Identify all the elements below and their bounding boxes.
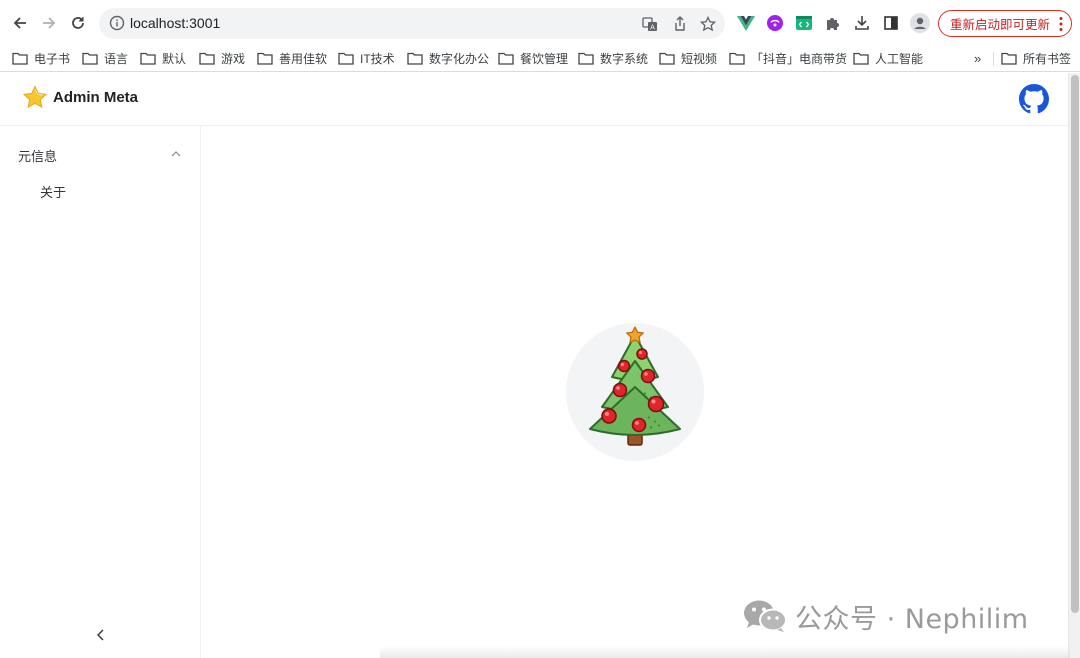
folder-icon <box>729 52 745 65</box>
code-extension-icon[interactable] <box>794 13 814 33</box>
github-icon[interactable] <box>1019 84 1049 114</box>
christmas-tree-icon <box>589 326 681 446</box>
folder-icon <box>257 52 273 65</box>
bookmark-folder[interactable]: 人工智能 <box>853 48 923 68</box>
bookmark-label: 餐饮管理 <box>520 51 569 66</box>
folder-icon <box>853 52 869 65</box>
folder-icon <box>12 52 28 65</box>
sidebar-item-label: 关于 <box>40 185 67 200</box>
puzzle-extensions-icon[interactable] <box>823 13 843 33</box>
reload-icon <box>72 16 84 29</box>
share-icon[interactable] <box>671 15 689 33</box>
side-panel-icon[interactable] <box>881 13 901 33</box>
bookmark-label: 语言 <box>104 51 129 66</box>
restart-update-button[interactable]: 重新启动即可更新 <box>938 10 1072 37</box>
bookmark-label: 人工智能 <box>875 51 924 66</box>
forward-button[interactable] <box>38 12 60 34</box>
bookmark-label: 游戏 <box>221 51 246 66</box>
bookmark-label: 默认 <box>162 51 187 66</box>
bookmark-folder[interactable]: 游戏 <box>199 48 245 68</box>
folder-icon <box>199 52 215 65</box>
bookmark-label: IT技术 <box>360 51 395 66</box>
folder-icon <box>659 52 675 65</box>
arrow-left-icon <box>13 17 26 29</box>
bookmark-label: 数字系统 <box>600 51 649 66</box>
scrollbar-thumb[interactable] <box>1071 75 1079 613</box>
all-bookmarks-button[interactable]: 所有书签 <box>1001 48 1071 68</box>
translate-icon[interactable]: A <box>641 15 659 33</box>
profile-avatar-icon[interactable] <box>910 13 930 33</box>
reload-button[interactable] <box>67 12 89 34</box>
bookmark-folder[interactable]: 语言 <box>82 48 128 68</box>
bookmark-folder[interactable]: 数字系统 <box>578 48 648 68</box>
bottom-shadow <box>380 646 1070 658</box>
star-bookmark-icon[interactable] <box>699 15 717 33</box>
all-bookmarks-label: 所有书签 <box>1023 51 1072 66</box>
bookmark-label: 善用佳软 <box>279 51 328 66</box>
download-icon[interactable] <box>852 13 872 33</box>
bookmark-folder[interactable]: 默认 <box>140 48 186 68</box>
bookmarks-bar: 电子书 语言 默认 游戏 善用佳软 IT技术 数字化办公 餐饮管理 数字系统 短… <box>0 44 1080 72</box>
star-logo-icon <box>22 85 48 109</box>
sidebar-item-about[interactable]: 关于 <box>0 174 200 212</box>
wechat-icon <box>744 600 787 632</box>
sidebar-group-meta[interactable]: 元信息 <box>0 134 200 172</box>
bookmark-label: 数字化办公 <box>429 51 490 66</box>
bookmark-folder[interactable]: 电子书 <box>12 48 70 68</box>
bookmark-folder[interactable]: IT技术 <box>338 48 395 68</box>
bookmark-folder[interactable]: 短视频 <box>659 48 717 68</box>
bookmark-label: 「抖音」电商带货 <box>751 51 848 66</box>
bookmark-label: 电子书 <box>34 51 71 66</box>
url-text: localhost:3001 <box>130 15 221 31</box>
svg-text:A: A <box>650 24 655 32</box>
sidebar: 元信息 关于 <box>0 126 201 658</box>
chevron-left-icon <box>97 629 104 641</box>
info-icon[interactable] <box>109 15 125 31</box>
folder-icon <box>338 52 354 65</box>
back-button[interactable] <box>9 12 31 34</box>
folder-icon <box>407 52 423 65</box>
address-bar[interactable]: localhost:3001 A <box>99 8 725 39</box>
app-title: Admin Meta <box>53 89 139 106</box>
sidebar-group-label: 元信息 <box>18 149 58 164</box>
watermark: 公众号 · Nephilim <box>743 597 1029 635</box>
app-window: Admin Meta 元信息 关于 <box>0 73 1068 658</box>
update-label: 重新启动即可更新 <box>950 18 1051 32</box>
bookmarks-divider <box>993 52 994 66</box>
main-content <box>201 126 1068 658</box>
folder-icon <box>1001 52 1017 65</box>
vue-devtools-icon[interactable] <box>736 13 756 33</box>
app-header: Admin Meta <box>0 73 1068 126</box>
bookmark-label: 短视频 <box>681 51 718 66</box>
folder-icon <box>140 52 156 65</box>
bookmark-folder[interactable]: 数字化办公 <box>407 48 489 68</box>
arrow-right-icon <box>43 17 56 29</box>
page-scrollbar[interactable] <box>1068 73 1080 658</box>
purple-extension-icon[interactable] <box>765 13 785 33</box>
bookmarks-overflow-button[interactable]: » <box>974 48 981 68</box>
bookmark-folder[interactable]: 餐饮管理 <box>498 48 568 68</box>
kebab-menu-icon <box>1059 17 1063 31</box>
chevron-up-icon <box>171 151 181 157</box>
folder-icon <box>82 52 98 65</box>
folder-icon <box>578 52 594 65</box>
bookmark-folder[interactable]: 善用佳软 <box>257 48 327 68</box>
watermark-text: 公众号 · Nephilim <box>795 603 1029 635</box>
bookmark-folder[interactable]: 「抖音」电商带货 <box>729 48 847 68</box>
browser-toolbar: localhost:3001 A 重新启动即可更新 <box>0 0 1080 46</box>
sidebar-collapse-button[interactable] <box>92 626 110 644</box>
folder-icon <box>498 52 514 65</box>
